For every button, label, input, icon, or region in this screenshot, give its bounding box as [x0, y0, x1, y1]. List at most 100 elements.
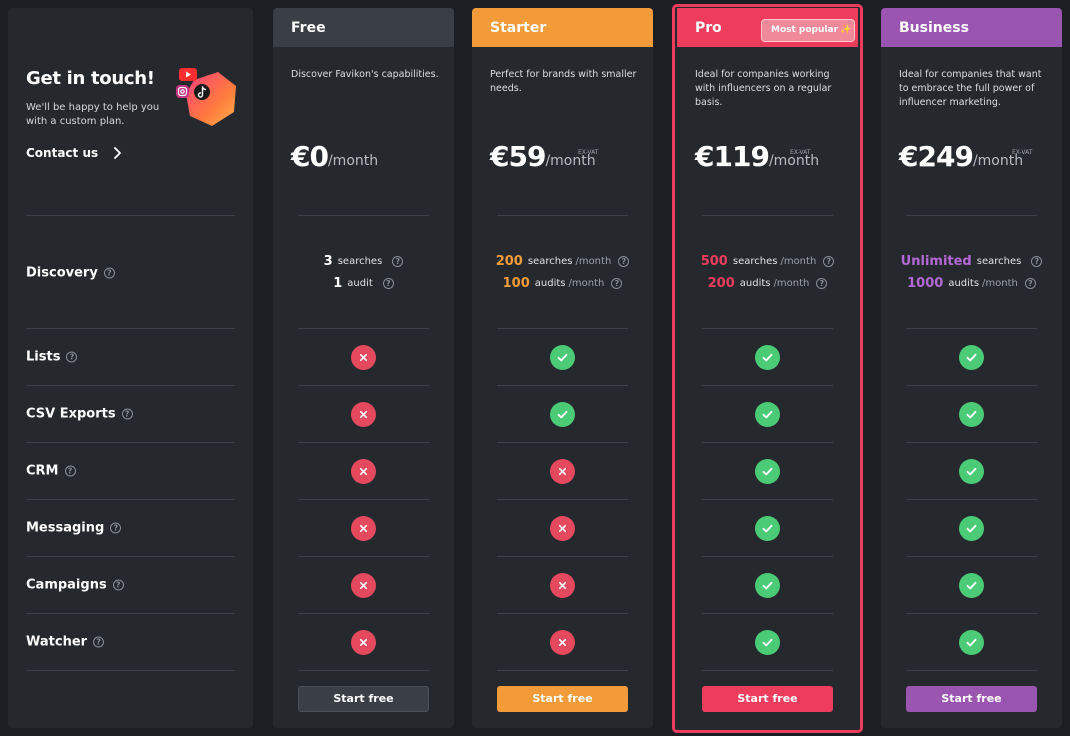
price-amount: €0 — [291, 140, 329, 173]
discovery-searches: 500 searches/month? — [677, 254, 858, 269]
plan-price: €119/month — [695, 142, 819, 172]
divider — [497, 670, 628, 671]
help-icon[interactable]: ? — [823, 256, 835, 267]
audits-value: 200 — [707, 276, 735, 291]
audits-value: 1 — [333, 276, 343, 291]
plan-description: Ideal for companies that want to embrace… — [899, 69, 1042, 108]
discovery-audits: 1000 audits/month? — [881, 276, 1062, 291]
discovery-audits: 1 audit? — [273, 276, 454, 291]
divider — [906, 613, 1037, 614]
plan-header-business: Business — [881, 8, 1062, 47]
feature-label-csv-exports: CSV Exports? — [26, 407, 133, 422]
help-icon[interactable]: ? — [93, 636, 105, 648]
check-icon — [550, 345, 575, 370]
divider — [906, 328, 1037, 329]
help-icon[interactable]: ? — [103, 267, 115, 279]
start-free-button-free[interactable]: Start free — [298, 686, 429, 712]
check-icon — [959, 630, 984, 655]
help-icon[interactable]: ? — [816, 278, 828, 289]
check-icon — [959, 402, 984, 427]
cross-icon — [351, 459, 376, 484]
price-period: /month — [327, 153, 379, 169]
help-icon[interactable]: ? — [66, 351, 78, 363]
divider — [702, 613, 833, 614]
divider — [26, 328, 235, 329]
cross-icon — [550, 459, 575, 484]
plan-header-free: Free — [273, 8, 454, 47]
divider — [497, 385, 628, 386]
help-icon[interactable]: ? — [1024, 278, 1036, 289]
discovery-searches: Unlimited searches? — [881, 254, 1062, 269]
divider — [26, 670, 235, 671]
help-icon[interactable]: ? — [618, 256, 630, 267]
plan-header-starter: Starter — [472, 8, 653, 47]
contact-panel: Get in touch! We'll be happy to help you… — [8, 8, 253, 728]
divider — [702, 385, 833, 386]
divider — [26, 385, 235, 386]
divider — [497, 613, 628, 614]
check-icon — [755, 402, 780, 427]
check-icon — [755, 459, 780, 484]
divider — [497, 215, 628, 216]
divider — [26, 499, 235, 500]
price-amount: €59 — [490, 140, 546, 173]
divider — [497, 556, 628, 557]
divider — [298, 442, 429, 443]
social-logo-cluster — [176, 68, 236, 126]
plan-name: Free — [291, 20, 326, 36]
divider — [298, 613, 429, 614]
feature-label-lists: Lists? — [26, 350, 78, 365]
divider — [26, 215, 235, 216]
divider — [702, 499, 833, 500]
divider — [298, 499, 429, 500]
most-popular-badge: Most popular ✨ — [761, 19, 855, 42]
discovery-audits: 200 audits/month? — [677, 276, 858, 291]
plan-name: Business — [899, 20, 969, 36]
contact-subtitle: We'll be happy to help you with a custom… — [26, 102, 160, 127]
searches-value: 3 — [323, 254, 333, 269]
help-icon[interactable]: ? — [1031, 256, 1043, 267]
ex-vat-label: EX-VAT — [790, 149, 811, 156]
divider — [298, 328, 429, 329]
ex-vat-label: EX-VAT — [578, 149, 599, 156]
help-icon[interactable]: ? — [611, 278, 623, 289]
divider — [906, 385, 1037, 386]
ex-vat-label: EX-VAT — [1012, 149, 1033, 156]
contact-us-label: Contact us — [26, 146, 99, 160]
cross-icon — [550, 516, 575, 541]
plan-price: €249/month — [899, 142, 1023, 172]
divider — [702, 215, 833, 216]
cross-icon — [351, 402, 376, 427]
contact-us-link[interactable]: Contact us — [26, 146, 122, 160]
help-icon[interactable]: ? — [110, 522, 122, 534]
plan-card-free: Free Discover Favikon's capabilities. €0/m… — [273, 8, 454, 728]
sparkle-icon: ✨ — [840, 25, 852, 35]
discovery-searches: 200 searches/month? — [472, 254, 653, 269]
searches-value: Unlimited — [900, 254, 972, 269]
help-icon[interactable]: ? — [64, 465, 76, 477]
divider — [298, 670, 429, 671]
divider — [26, 613, 235, 614]
plan-card-starter: Starter Perfect for brands with smaller n… — [472, 8, 653, 728]
help-icon[interactable]: ? — [121, 408, 133, 420]
tiktok-icon — [194, 84, 210, 100]
start-free-button-starter[interactable]: Start free — [497, 686, 628, 712]
audits-value: 1000 — [907, 276, 944, 291]
plan-price: €59/month — [490, 142, 596, 172]
chevron-right-icon — [114, 147, 122, 159]
plan-card-business: Business Ideal for companies that want to… — [881, 8, 1062, 728]
price-amount: €119 — [695, 140, 770, 173]
divider — [702, 442, 833, 443]
check-icon — [755, 345, 780, 370]
help-icon[interactable]: ? — [392, 256, 404, 267]
help-icon[interactable]: ? — [382, 278, 394, 289]
feature-label-watcher: Watcher? — [26, 635, 105, 650]
check-icon — [755, 516, 780, 541]
feature-label-discovery: Discovery? — [26, 266, 115, 281]
start-free-button-pro[interactable]: Start free — [702, 686, 833, 712]
start-free-button-business[interactable]: Start free — [906, 686, 1037, 712]
divider — [906, 442, 1037, 443]
plan-description: Ideal for companies working with influen… — [695, 69, 832, 108]
help-icon[interactable]: ? — [112, 579, 124, 591]
divider — [702, 670, 833, 671]
